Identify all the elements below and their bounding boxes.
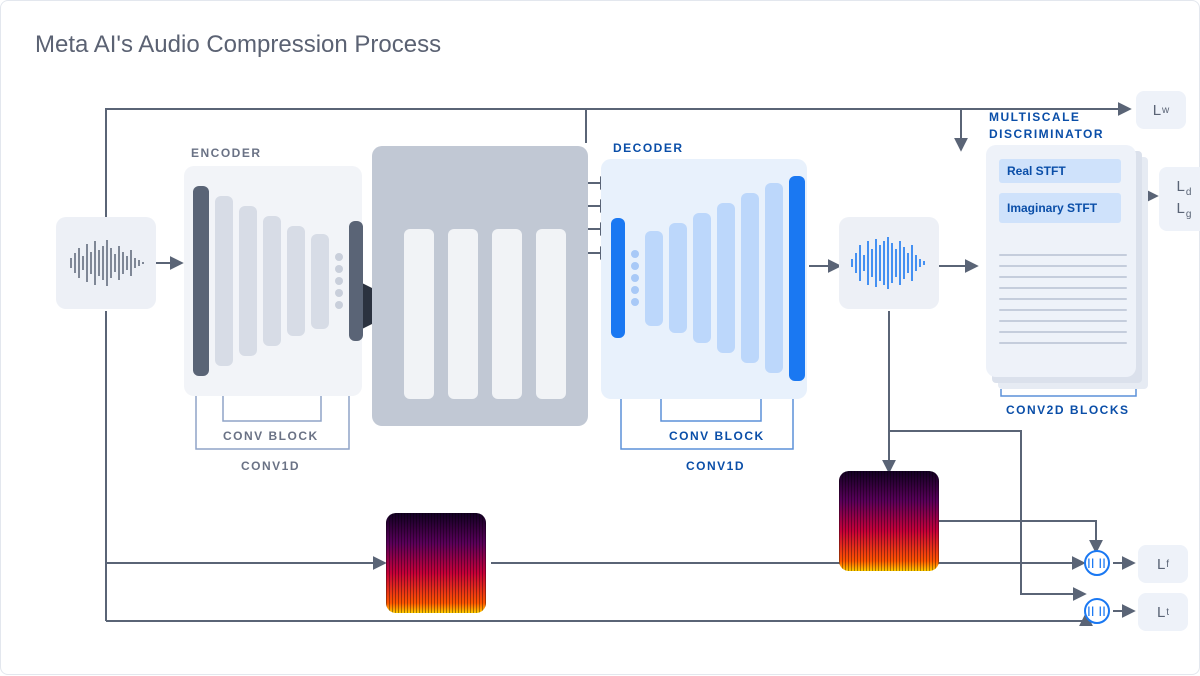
decoder-convblock-label: CONV BLOCK	[669, 429, 765, 443]
loss-lf: Lf	[1138, 545, 1188, 583]
spectrogram-input-icon	[386, 513, 486, 613]
loss-lt: Lt	[1138, 593, 1188, 631]
disc-real-stft: Real STFT	[999, 159, 1121, 183]
comparator-lt-icon: || ||	[1084, 598, 1110, 624]
vq-codebook-2	[448, 229, 478, 399]
output-waveform-icon	[839, 217, 939, 309]
decoder-conv1d-label: CONV1D	[686, 459, 745, 473]
vq-codebook-4	[536, 229, 566, 399]
decoder-label: DECODER	[613, 141, 684, 155]
disc-imag-stft: Imaginary STFT	[999, 193, 1121, 223]
encoder-label: ENCODER	[191, 146, 262, 160]
encoder-bars	[193, 181, 363, 381]
encoder-convblock-label: CONV BLOCK	[223, 429, 319, 443]
diagram-canvas: Meta AI's Audio Compression Process	[0, 0, 1200, 675]
discriminator-label: MULTISCALE DISCRIMINATOR	[989, 109, 1129, 143]
comparator-lf-icon: || ||	[1084, 550, 1110, 576]
loss-ldlg: Ld Lg	[1159, 167, 1200, 231]
disc-conv-lines	[999, 245, 1127, 353]
input-waveform-icon	[56, 217, 156, 309]
decoder-bars	[611, 173, 805, 383]
vq-codebook-3	[492, 229, 522, 399]
encoder-conv1d-label: CONV1D	[241, 459, 300, 473]
vq-codebook-1	[404, 229, 434, 399]
loss-lw: Lw	[1136, 91, 1186, 129]
spectrogram-output-icon	[839, 471, 939, 571]
disc-conv2d-label: CONV2D BLOCKS	[1006, 403, 1130, 417]
diagram-title: Meta AI's Audio Compression Process	[35, 31, 441, 59]
